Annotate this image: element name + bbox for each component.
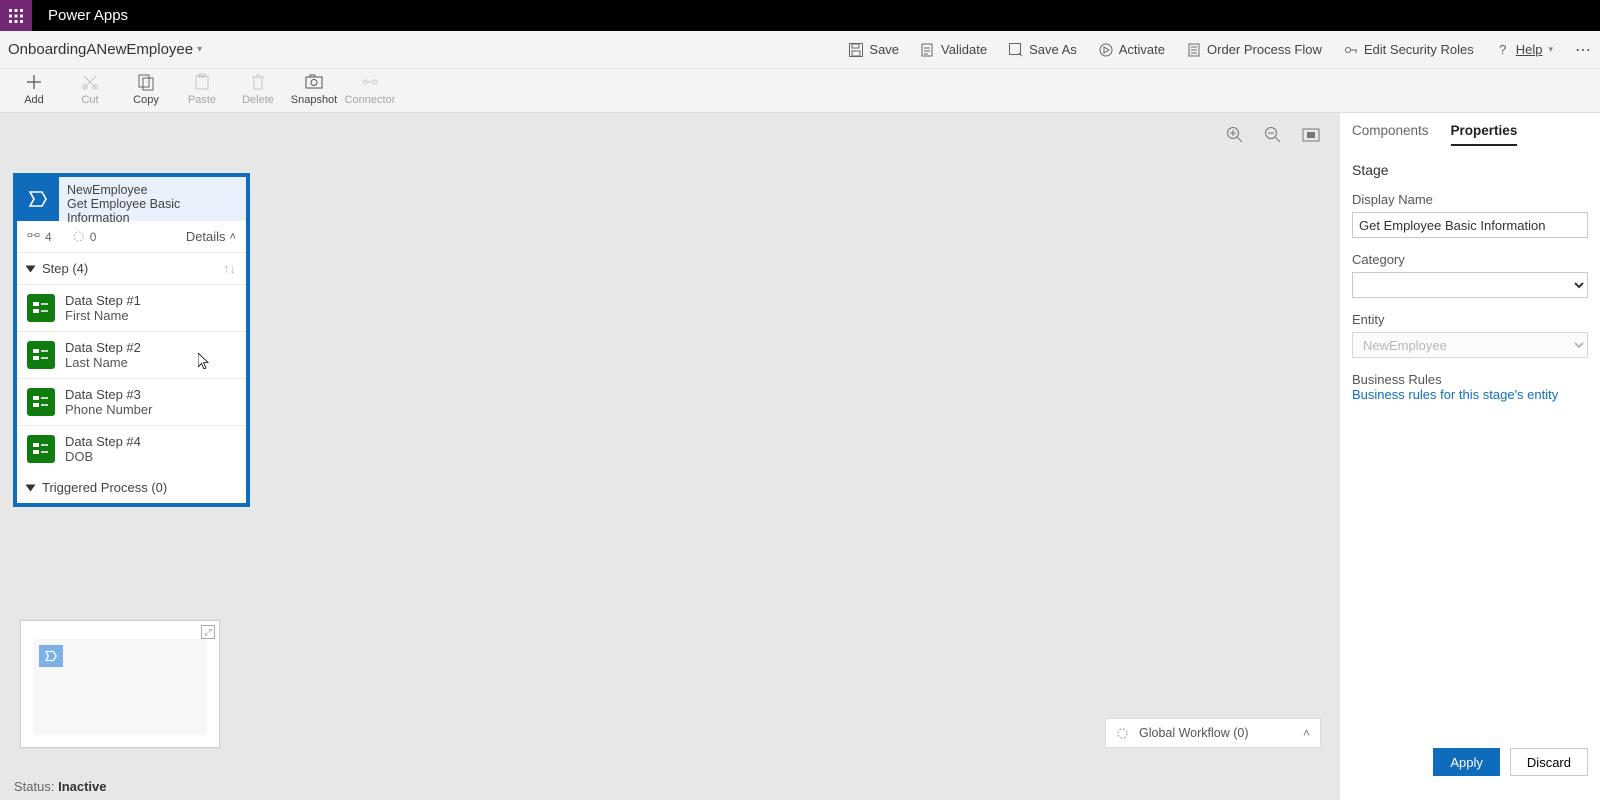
collapse-triangle-icon	[26, 265, 36, 272]
delete-button: Delete	[230, 73, 286, 106]
cut-button: Cut	[62, 73, 118, 106]
step-row[interactable]: Data Step #4 DOB	[17, 426, 246, 472]
category-label: Category	[1352, 252, 1588, 267]
business-rules-link[interactable]: Business rules for this stage's entity	[1352, 387, 1588, 402]
delete-icon	[249, 73, 267, 91]
step-label: Data Step #1	[65, 293, 141, 308]
activate-button[interactable]: Activate	[1099, 42, 1165, 57]
minimap[interactable]: ⤢	[20, 620, 220, 748]
step-field: Phone Number	[65, 402, 152, 417]
save-as-icon	[1009, 43, 1023, 57]
more-actions[interactable]: ⋯	[1575, 40, 1592, 60]
step-label: Data Step #4	[65, 434, 141, 449]
collapse-triangle-icon	[26, 484, 36, 491]
save-icon	[849, 43, 863, 57]
status-bar: Status: Inactive	[14, 779, 107, 794]
workflow-icon	[1116, 727, 1129, 740]
data-step-icon	[27, 388, 55, 416]
add-icon	[25, 73, 43, 91]
snapshot-icon	[305, 73, 323, 91]
stage-entity-label: NewEmployee	[67, 183, 238, 197]
chevron-up-icon[interactable]: ˄	[1303, 726, 1310, 740]
apply-button[interactable]: Apply	[1433, 748, 1500, 776]
step-label: Data Step #3	[65, 387, 152, 402]
copy-button[interactable]: Copy	[118, 73, 174, 106]
step-field: First Name	[65, 308, 141, 323]
stage-card[interactable]: NewEmployee Get Employee Basic Informati…	[13, 173, 250, 507]
activate-icon	[1099, 43, 1113, 57]
display-name-label: Display Name	[1352, 192, 1588, 207]
business-rules-label: Business Rules	[1352, 372, 1588, 387]
order-process-flow-button[interactable]: Order Process Flow	[1187, 42, 1322, 57]
data-step-icon	[27, 435, 55, 463]
step-field: Last Name	[65, 355, 141, 370]
help-icon: ?	[1496, 43, 1510, 57]
category-select[interactable]	[1352, 272, 1588, 298]
reorder-arrows-icon: ↑↓	[223, 261, 236, 276]
security-icon	[1344, 43, 1358, 57]
fit-screen-button[interactable]	[1301, 125, 1321, 145]
connector-button: Connector	[342, 73, 398, 106]
minimap-expand-button[interactable]: ⤢	[201, 625, 215, 639]
entity-label: Entity	[1352, 312, 1588, 327]
connector-icon	[361, 73, 379, 91]
zoom-out-button[interactable]	[1263, 125, 1283, 145]
app-launcher[interactable]	[0, 0, 32, 31]
chevron-down-icon: ▾	[197, 44, 202, 55]
edit-security-roles-button[interactable]: Edit Security Roles	[1344, 42, 1474, 57]
data-step-icon	[27, 294, 55, 322]
entity-select: NewEmployee	[1352, 332, 1588, 358]
add-button[interactable]: Add	[6, 73, 62, 106]
paste-button: Paste	[174, 73, 230, 106]
chevron-down-icon: ▾	[1548, 44, 1553, 55]
process-name-dropdown[interactable]: OnboardingANewEmployee ▾	[8, 41, 202, 58]
app-brand-label: Power Apps	[32, 7, 144, 24]
save-as-button[interactable]: Save As	[1009, 42, 1077, 57]
tab-properties[interactable]: Properties	[1451, 123, 1518, 146]
details-toggle[interactable]: Details ˄	[186, 229, 236, 244]
stage-icon	[17, 177, 59, 221]
paste-icon	[193, 73, 211, 91]
snapshot-button[interactable]: Snapshot	[286, 73, 342, 106]
minimap-stage	[39, 645, 63, 667]
validate-icon	[921, 43, 935, 57]
order-flow-icon	[1187, 43, 1201, 57]
cut-icon	[81, 73, 99, 91]
save-button[interactable]: Save	[849, 42, 899, 57]
chevron-up-icon: ˄	[230, 231, 236, 243]
step-row[interactable]: Data Step #1 First Name	[17, 285, 246, 332]
step-count-stat: 4	[27, 230, 52, 244]
step-row[interactable]: Data Step #2 Last Name	[17, 332, 246, 379]
display-name-input[interactable]	[1352, 212, 1588, 238]
stage-title-label: Get Employee Basic Information	[67, 197, 238, 225]
steps-section-header[interactable]: Step (4) ↑↓	[17, 253, 246, 285]
validate-button[interactable]: Validate	[921, 42, 987, 57]
discard-button[interactable]: Discard	[1510, 748, 1588, 776]
zoom-in-button[interactable]	[1225, 125, 1245, 145]
help-button[interactable]: ? Help ▾	[1496, 42, 1553, 57]
step-row[interactable]: Data Step #3 Phone Number	[17, 379, 246, 426]
properties-section-title: Stage	[1352, 162, 1588, 178]
step-field: DOB	[65, 449, 141, 464]
loop-count-stat: 0	[72, 230, 97, 244]
process-name-label: OnboardingANewEmployee	[8, 41, 193, 58]
triggered-process-section-header[interactable]: Triggered Process (0)	[17, 472, 246, 503]
data-step-icon	[27, 341, 55, 369]
copy-icon	[137, 73, 155, 91]
step-label: Data Step #2	[65, 340, 141, 355]
tab-components[interactable]: Components	[1352, 123, 1429, 146]
global-workflow-tray[interactable]: Global Workflow (0) ˄	[1105, 718, 1321, 748]
